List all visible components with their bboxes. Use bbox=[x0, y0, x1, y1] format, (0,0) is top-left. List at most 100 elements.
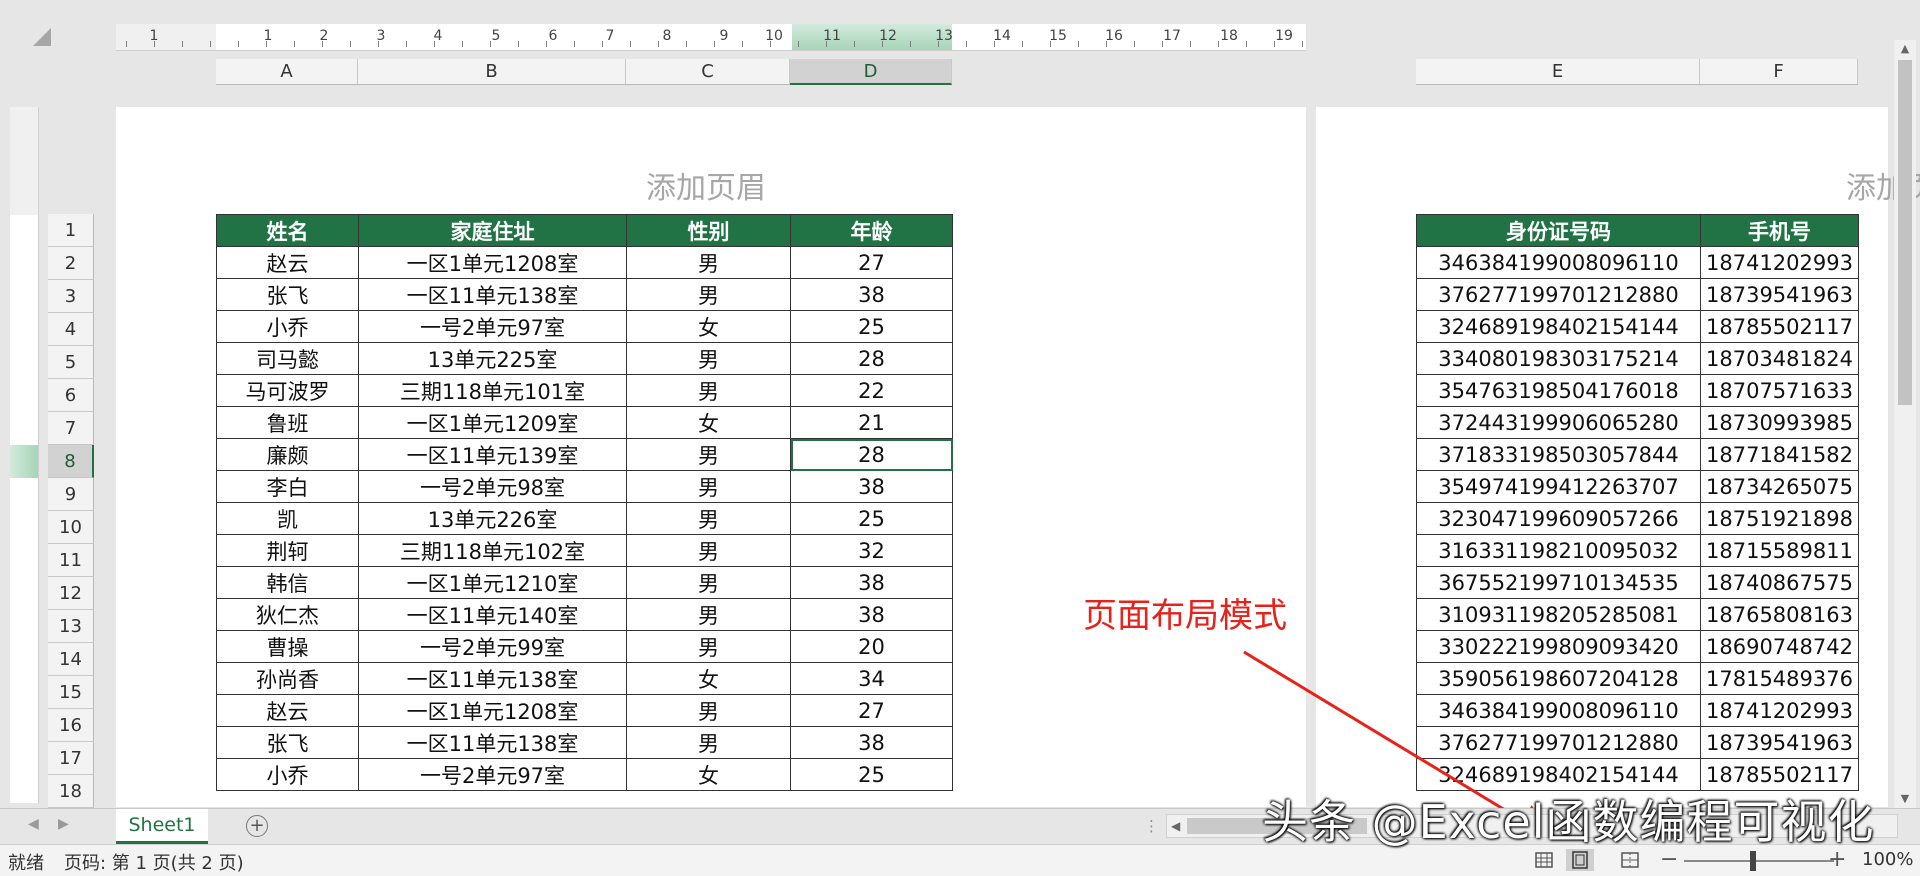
column-title[interactable]: 年龄 bbox=[790, 214, 953, 247]
table-cell[interactable]: 曹操 bbox=[216, 630, 359, 663]
page-break-preview-icon[interactable] bbox=[1616, 849, 1644, 871]
table-cell[interactable]: 一区1单元1208室 bbox=[358, 694, 627, 727]
table-cell[interactable]: 22 bbox=[790, 374, 953, 407]
row-header-4[interactable]: 4 bbox=[48, 313, 94, 346]
table-cell[interactable]: 赵云 bbox=[216, 694, 359, 727]
table-cell[interactable]: 372443199906065280 bbox=[1416, 406, 1701, 439]
table-cell[interactable]: 34 bbox=[790, 662, 953, 695]
row-header-2[interactable]: 2 bbox=[48, 247, 94, 280]
table-cell[interactable]: 20 bbox=[790, 630, 953, 663]
table-cell[interactable]: 316331198210095032 bbox=[1416, 534, 1701, 567]
table-cell[interactable]: 28 bbox=[790, 342, 953, 375]
table-cell[interactable]: 27 bbox=[790, 246, 953, 279]
vertical-scrollbar[interactable]: ▲ ▼ bbox=[1894, 40, 1916, 808]
table-cell[interactable]: 赵云 bbox=[216, 246, 359, 279]
column-header-f[interactable]: F bbox=[1700, 59, 1858, 85]
table-cell[interactable]: 三期118单元102室 bbox=[358, 534, 627, 567]
table-cell[interactable]: 一区1单元1210室 bbox=[358, 566, 627, 599]
column-header-b[interactable]: B bbox=[358, 59, 626, 85]
table-cell[interactable]: 18739541963 bbox=[1700, 726, 1859, 759]
table-cell[interactable]: 凯 bbox=[216, 502, 359, 535]
table-cell[interactable]: 28 bbox=[790, 438, 953, 471]
table-cell[interactable]: 一区1单元1209室 bbox=[358, 406, 627, 439]
table-cell[interactable]: 一区11单元138室 bbox=[358, 278, 627, 311]
table-cell[interactable]: 25 bbox=[790, 502, 953, 535]
table-cell[interactable]: 18751921898 bbox=[1700, 502, 1859, 535]
row-header-17[interactable]: 17 bbox=[48, 742, 94, 775]
row-header-6[interactable]: 6 bbox=[48, 379, 94, 412]
table-cell[interactable]: 38 bbox=[790, 278, 953, 311]
table-cell[interactable]: 324689198402154144 bbox=[1416, 310, 1701, 343]
page-layout-view-icon[interactable] bbox=[1566, 849, 1594, 871]
row-header-3[interactable]: 3 bbox=[48, 280, 94, 313]
table-cell[interactable]: 一号2单元97室 bbox=[358, 758, 627, 791]
table-cell[interactable]: 张飞 bbox=[216, 726, 359, 759]
table-cell[interactable]: 323047199609057266 bbox=[1416, 502, 1701, 535]
table-cell[interactable]: 男 bbox=[626, 246, 791, 279]
table-cell[interactable]: 马可波罗 bbox=[216, 374, 359, 407]
normal-view-icon[interactable] bbox=[1530, 849, 1558, 871]
row-header-5[interactable]: 5 bbox=[48, 346, 94, 379]
table-cell[interactable]: 371833198503057844 bbox=[1416, 438, 1701, 471]
table-cell[interactable]: 17815489376 bbox=[1700, 662, 1859, 695]
row-header-7[interactable]: 7 bbox=[48, 412, 94, 445]
table-cell[interactable]: 孙尚香 bbox=[216, 662, 359, 695]
zoom-slider-handle[interactable] bbox=[1750, 851, 1756, 871]
table-cell[interactable]: 张飞 bbox=[216, 278, 359, 311]
table-cell[interactable]: 男 bbox=[626, 566, 791, 599]
table-cell[interactable]: 男 bbox=[626, 438, 791, 471]
table-cell[interactable]: 367552199710134535 bbox=[1416, 566, 1701, 599]
table-cell[interactable]: 男 bbox=[626, 726, 791, 759]
table-cell[interactable]: 女 bbox=[626, 406, 791, 439]
sheet-tab-sheet1[interactable]: Sheet1 bbox=[116, 809, 208, 844]
table-cell[interactable]: 男 bbox=[626, 502, 791, 535]
table-cell[interactable]: 男 bbox=[626, 630, 791, 663]
column-header-c[interactable]: C bbox=[626, 59, 790, 85]
table-cell[interactable]: 13单元225室 bbox=[358, 342, 627, 375]
table-cell[interactable]: 一号2单元97室 bbox=[358, 310, 627, 343]
table-cell[interactable]: 38 bbox=[790, 566, 953, 599]
zoom-slider[interactable] bbox=[1684, 860, 1834, 862]
column-title[interactable]: 身份证号码 bbox=[1416, 214, 1701, 247]
table-cell[interactable]: 18703481824 bbox=[1700, 342, 1859, 375]
table-cell[interactable]: 346384199008096110 bbox=[1416, 246, 1701, 279]
table-cell[interactable]: 18707571633 bbox=[1700, 374, 1859, 407]
table-cell[interactable]: 荆轲 bbox=[216, 534, 359, 567]
row-header-10[interactable]: 10 bbox=[48, 511, 94, 544]
table-cell[interactable]: 李白 bbox=[216, 470, 359, 503]
column-title[interactable]: 家庭住址 bbox=[358, 214, 627, 247]
table-cell[interactable]: 一区11单元139室 bbox=[358, 438, 627, 471]
table-cell[interactable]: 18690748742 bbox=[1700, 630, 1859, 663]
add-sheet-icon[interactable]: + bbox=[246, 815, 268, 837]
scroll-down-icon[interactable]: ▼ bbox=[1894, 790, 1916, 808]
table-cell[interactable]: 廉颇 bbox=[216, 438, 359, 471]
table-cell[interactable]: 334080198303175214 bbox=[1416, 342, 1701, 375]
table-cell[interactable]: 韩信 bbox=[216, 566, 359, 599]
row-header-1[interactable]: 1 bbox=[48, 214, 94, 247]
table-cell[interactable]: 25 bbox=[790, 310, 953, 343]
table-cell[interactable]: 18715589811 bbox=[1700, 534, 1859, 567]
table-cell[interactable]: 鲁班 bbox=[216, 406, 359, 439]
prev-sheet-icon[interactable]: ◀ bbox=[28, 816, 39, 832]
scroll-left-icon[interactable]: ◀ bbox=[1171, 815, 1180, 837]
table-cell[interactable]: 38 bbox=[790, 726, 953, 759]
next-sheet-icon[interactable]: ▶ bbox=[58, 816, 69, 832]
table-cell[interactable]: 男 bbox=[626, 534, 791, 567]
table-cell[interactable]: 一区11单元140室 bbox=[358, 598, 627, 631]
table-cell[interactable]: 女 bbox=[626, 758, 791, 791]
table-cell[interactable]: 38 bbox=[790, 598, 953, 631]
table-cell[interactable]: 18730993985 bbox=[1700, 406, 1859, 439]
table-cell[interactable]: 女 bbox=[626, 662, 791, 695]
row-header-13[interactable]: 13 bbox=[48, 610, 94, 643]
table-cell[interactable]: 376277199701212880 bbox=[1416, 278, 1701, 311]
row-header-8[interactable]: 8 bbox=[48, 445, 94, 478]
table-cell[interactable]: 男 bbox=[626, 278, 791, 311]
column-title[interactable]: 性别 bbox=[626, 214, 791, 247]
table-cell[interactable]: 男 bbox=[626, 598, 791, 631]
table-cell[interactable]: 18740867575 bbox=[1700, 566, 1859, 599]
table-cell[interactable]: 32 bbox=[790, 534, 953, 567]
column-title[interactable]: 姓名 bbox=[216, 214, 359, 247]
column-header-d[interactable]: D bbox=[790, 59, 952, 85]
row-header-14[interactable]: 14 bbox=[48, 643, 94, 676]
table-cell[interactable]: 354974199412263707 bbox=[1416, 470, 1701, 503]
